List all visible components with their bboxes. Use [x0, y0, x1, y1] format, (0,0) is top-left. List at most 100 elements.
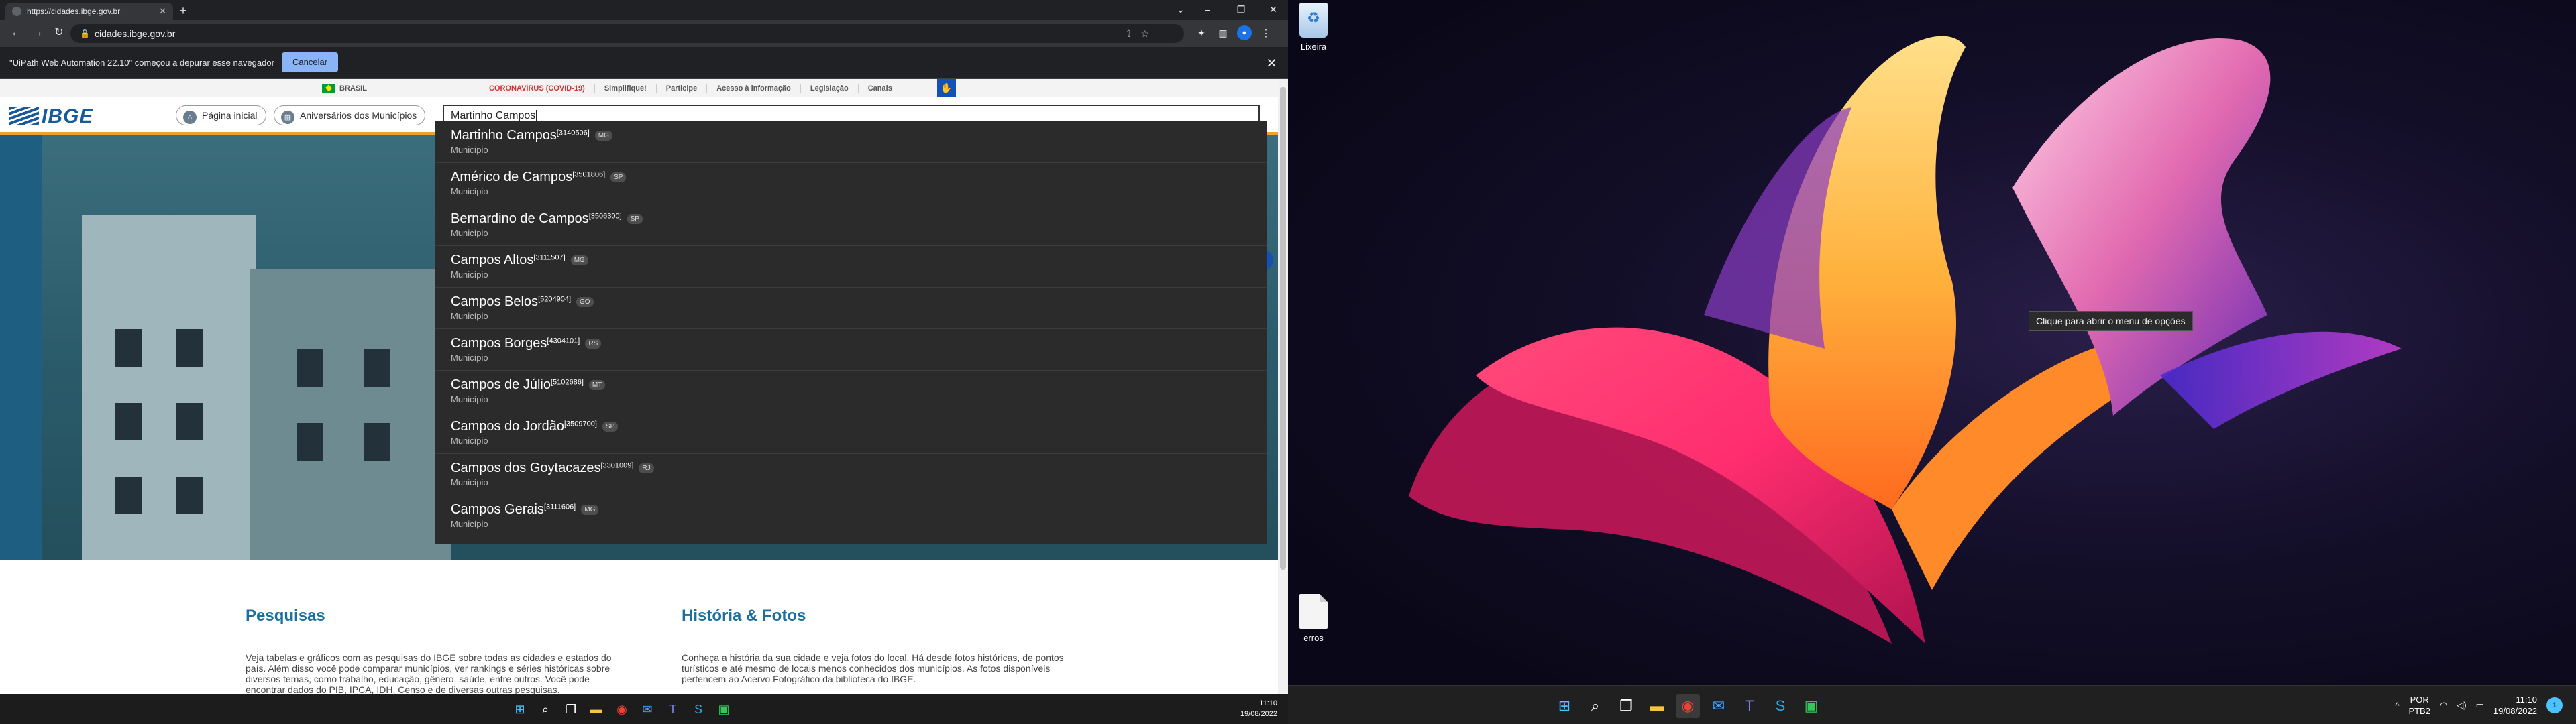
suggestion-type: Município: [451, 353, 488, 363]
file-explorer-icon[interactable]: ▬: [1645, 694, 1669, 718]
cancel-button[interactable]: Cancelar: [282, 52, 339, 72]
lock-icon[interactable]: 🔒: [80, 24, 90, 43]
battery-icon[interactable]: ▭: [2476, 700, 2484, 711]
task-view-icon[interactable]: ❐: [1614, 694, 1638, 718]
suggestion-uf: SP: [627, 214, 643, 224]
taskbar-clock[interactable]: 11:10 19/08/2022: [2493, 694, 2537, 717]
menu-icon[interactable]: ⋮: [1258, 25, 1273, 40]
close-window-button[interactable]: ✕: [1260, 0, 1287, 20]
simplifique-link[interactable]: Simplifique!: [594, 84, 656, 93]
covid-link[interactable]: CORONAVÍRUS (COVID-19): [480, 84, 594, 93]
windows-start-icon[interactable]: ⊞: [1552, 694, 1576, 718]
suggestion-type: Município: [451, 477, 488, 487]
brazil-flag-icon: [322, 84, 335, 93]
suggestion-item[interactable]: Campos Borges[4304101] RS Município: [435, 329, 1267, 371]
suggestion-item[interactable]: Campos de Júlio[5102686] MT Município: [435, 371, 1267, 412]
search-icon[interactable]: ⌕: [1583, 694, 1607, 718]
ibge-logo-mark: [9, 107, 39, 125]
clock-date: 19/08/2022: [1240, 710, 1277, 718]
suggestion-type: Município: [451, 228, 488, 238]
system-tray: ^ POR PTB2 ◠ ◁) ▭ 11:10 19/08/2022 1: [2395, 692, 2563, 719]
address-toolbar: ← → ↻ 🔒 cidades.ibge.gov.br ⇪☆ ✦ ▥ ● ⋮: [0, 20, 1288, 47]
suggestion-name: Campos Altos: [451, 253, 534, 267]
taskbar-clock[interactable]: 11:10 19/08/2022: [1240, 698, 1277, 719]
suggestion-item[interactable]: Campos Altos[3111507] MG Município: [435, 246, 1267, 288]
mail-icon[interactable]: ✉: [637, 699, 657, 719]
pesquisas-text: Veja tabelas e gráficos com as pesquisas…: [246, 652, 612, 694]
uipath-studio-icon[interactable]: S: [688, 699, 708, 719]
windows-start-icon[interactable]: ⊞: [510, 699, 530, 719]
canais-link[interactable]: Canais: [857, 84, 902, 93]
recycle-bin-label: Lixeira: [1300, 42, 1327, 52]
ibge-logo[interactable]: IBGE: [9, 105, 93, 128]
star-icon[interactable]: ☆: [1140, 28, 1157, 39]
suggestion-item[interactable]: Campos dos Goytacazes[3301009] RJ Municíp…: [435, 454, 1267, 495]
suggestion-name: Campos Belos: [451, 294, 539, 309]
scrollbar-thumb[interactable]: [1280, 87, 1286, 570]
sidepanel-icon[interactable]: ▥: [1216, 25, 1230, 40]
pesquisas-title[interactable]: Pesquisas: [246, 607, 631, 625]
chrome-icon[interactable]: ◉: [1676, 694, 1700, 718]
home-button-label: Página inicial: [202, 110, 258, 121]
page-scrollbar[interactable]: [1278, 79, 1288, 694]
suggestion-name: Américo de Campos: [451, 170, 573, 184]
task-view-icon[interactable]: ❐: [561, 699, 581, 719]
chevron-up-icon[interactable]: ^: [2395, 701, 2399, 711]
wallpaper-bloom: [1409, 36, 2402, 644]
uipath-assistant-icon[interactable]: ▣: [1799, 694, 1823, 718]
browser-tab[interactable]: https://cidades.ibge.gov.br ✕: [5, 3, 173, 20]
file-explorer-icon[interactable]: ▬: [586, 699, 606, 719]
teams-icon[interactable]: T: [1737, 694, 1762, 718]
suggestion-code: [3501806]: [572, 170, 606, 179]
volume-icon[interactable]: ◁): [2457, 700, 2466, 711]
search-icon[interactable]: ⌕: [535, 699, 555, 719]
address-bar[interactable]: 🔒 cidades.ibge.gov.br ⇪☆: [70, 24, 1184, 43]
recycle-bin-icon[interactable]: Lixeira: [1290, 3, 1337, 52]
suggestion-type: Município: [451, 519, 488, 529]
uipath-studio-icon[interactable]: S: [1768, 694, 1792, 718]
minimize-button[interactable]: –: [1194, 0, 1221, 20]
suggestion-item[interactable]: Campos Belos[5204904] GO Município: [435, 288, 1267, 329]
notification-badge[interactable]: 1: [2546, 697, 2563, 713]
acesso-informacao-link[interactable]: Acesso à informação: [706, 84, 800, 93]
forward-icon[interactable]: →: [30, 25, 46, 42]
suggestion-uf: SP: [610, 172, 627, 182]
legislacao-link[interactable]: Legislação: [800, 84, 858, 93]
teams-icon[interactable]: T: [663, 699, 683, 719]
participe-link[interactable]: Participe: [655, 84, 706, 93]
calendar-icon: ▦: [281, 111, 294, 124]
suggestion-uf: MG: [581, 505, 599, 515]
extensions-icon[interactable]: ✦: [1194, 25, 1209, 40]
brasil-link[interactable]: BRASIL: [322, 84, 367, 93]
back-icon[interactable]: ←: [8, 25, 24, 42]
clock-time: 11:10: [1259, 699, 1277, 707]
anniversary-button[interactable]: ▦ Aniversários dos Municípios: [274, 105, 426, 125]
historia-title[interactable]: História & Fotos: [682, 607, 1067, 625]
close-infobar-icon[interactable]: ✕: [1266, 55, 1277, 72]
accessibility-hand-icon[interactable]: ✋: [937, 79, 956, 97]
reload-icon[interactable]: ↻: [51, 25, 67, 42]
home-button[interactable]: ⌂ Página inicial: [176, 105, 266, 125]
clock-time: 11:10: [2516, 695, 2537, 705]
suggestion-code: [4304101]: [547, 337, 580, 345]
share-icon[interactable]: ⇪: [1125, 28, 1141, 39]
chrome-icon[interactable]: ◉: [612, 699, 632, 719]
suggestion-item[interactable]: Martinho Campos[3140506] MG Município: [435, 121, 1267, 163]
language-indicator[interactable]: POR PTB2: [2408, 694, 2430, 717]
suggestion-item[interactable]: Campos Gerais[3111606] MG Município: [435, 495, 1267, 537]
tab-search-icon[interactable]: ⌄: [1167, 0, 1194, 20]
restore-button[interactable]: ❐: [1228, 0, 1254, 20]
suggestion-type: Município: [451, 145, 488, 155]
info-sections: Pesquisas Veja tabelas e gráficos com as…: [0, 560, 1278, 694]
uipath-assistant-icon[interactable]: ▣: [714, 699, 734, 719]
suggestion-item[interactable]: Campos do Jordão[3509700] SP Município: [435, 412, 1267, 454]
suggestion-item[interactable]: Bernardino de Campos[3506300] SP Municípi…: [435, 204, 1267, 246]
wifi-icon[interactable]: ◠: [2440, 700, 2447, 711]
new-tab-button[interactable]: +: [176, 4, 191, 19]
file-icon[interactable]: erros: [1290, 594, 1337, 643]
close-tab-icon[interactable]: ✕: [159, 6, 166, 17]
profile-avatar[interactable]: ●: [1237, 25, 1252, 40]
mail-icon[interactable]: ✉: [1707, 694, 1731, 718]
suggestion-item[interactable]: Américo de Campos[3501806] SP Município: [435, 163, 1267, 204]
suggestion-code: [5102686]: [550, 378, 584, 387]
